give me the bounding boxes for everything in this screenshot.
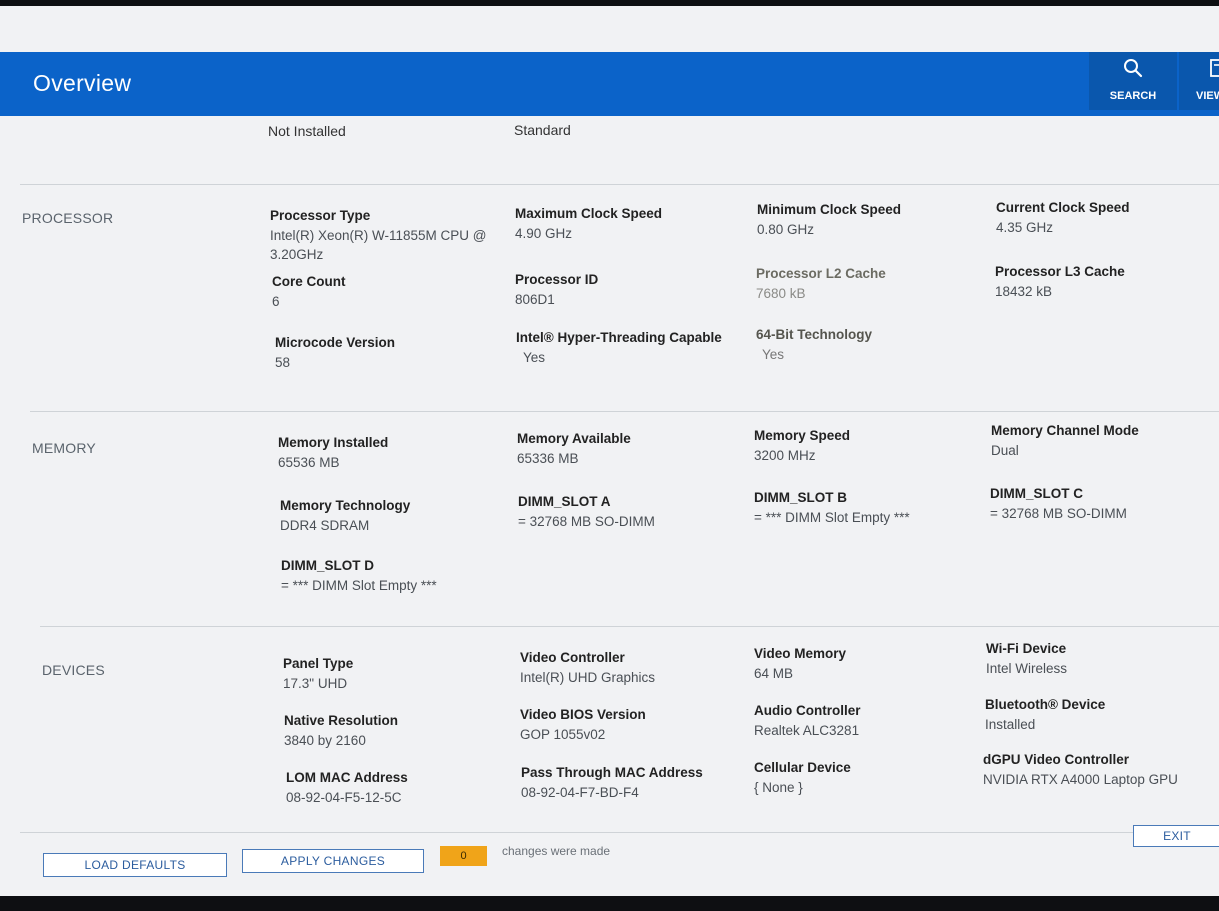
current-clock-speed: Current Clock Speed 4.35 GHz — [996, 200, 1130, 235]
search-icon — [1124, 59, 1143, 78]
bios-screen: Not Installed Standard PROCESSOR Process… — [0, 6, 1219, 896]
apply-changes-button[interactable]: APPLY CHANGES — [242, 849, 424, 873]
microcode-version: Microcode Version 58 — [275, 335, 396, 370]
minimum-clock-speed: Minimum Clock Speed 0.80 GHz — [757, 202, 902, 237]
processor-type: Processor Type Intel(R) Xeon(R) W-11855M… — [270, 208, 487, 262]
exit-button[interactable]: EXIT — [1133, 825, 1219, 847]
dimm-slot-d: DIMM_SLOT D = *** DIMM Slot Empty *** — [281, 558, 437, 593]
panel-type: Panel Type 17.3" UHD — [283, 656, 354, 691]
video-memory: Video Memory 64 MB — [754, 646, 847, 681]
processor-l2-cache: Processor L2 Cache 7680 kB — [756, 266, 886, 301]
dimm-slot-c: DIMM_SLOT C = 32768 MB SO-DIMM — [990, 486, 1127, 521]
footer-divider — [20, 832, 1219, 833]
prior-row-value-2: Standard — [514, 122, 571, 138]
wifi-device: Wi-Fi Device Intel Wireless — [986, 641, 1068, 676]
memory-available: Memory Available 65336 MB — [517, 431, 631, 466]
section-title-processor: PROCESSOR — [22, 210, 114, 226]
changes-status-text: changes were made — [502, 844, 611, 858]
processor-id: Processor ID 806D1 — [515, 272, 599, 307]
cellular-device: Cellular Device { None } — [754, 760, 851, 795]
hyper-threading-capable: Intel® Hyper-Threading Capable Yes — [516, 330, 722, 365]
section-title-memory: MEMORY — [32, 440, 96, 456]
64-bit-technology: 64-Bit Technology Yes — [756, 327, 873, 362]
section-divider — [40, 626, 1219, 627]
audio-controller: Audio Controller Realtek ALC3281 — [754, 703, 861, 738]
header-bar: Overview SEARCH VIEW — [0, 52, 1219, 116]
pass-through-mac-address: Pass Through MAC Address 08-92-04-F7-BD-… — [521, 765, 703, 800]
view-button[interactable]: VIEW — [1179, 52, 1219, 110]
native-resolution: Native Resolution 3840 by 2160 — [284, 713, 399, 748]
view-icon — [1210, 59, 1219, 77]
memory-installed: Memory Installed 65536 MB — [278, 435, 389, 470]
memory-channel-mode: Memory Channel Mode Dual — [991, 423, 1139, 458]
dimm-slot-a: DIMM_SLOT A = 32768 MB SO-DIMM — [518, 494, 655, 529]
load-defaults-button[interactable]: LOAD DEFAULTS — [43, 853, 227, 877]
page-title: Overview — [33, 70, 132, 96]
section-divider — [20, 184, 1219, 185]
section-divider — [30, 411, 1219, 412]
maximum-clock-speed: Maximum Clock Speed 4.90 GHz — [515, 206, 663, 241]
dimm-slot-b: DIMM_SLOT B = *** DIMM Slot Empty *** — [754, 490, 910, 525]
core-count: Core Count 6 — [272, 274, 346, 309]
memory-technology: Memory Technology DDR4 SDRAM — [280, 498, 411, 533]
processor-l3-cache: Processor L3 Cache 18432 kB — [995, 264, 1125, 299]
bluetooth-device: Bluetooth® Device Installed — [985, 697, 1106, 732]
dgpu-video-controller: dGPU Video Controller NVIDIA RTX A4000 L… — [983, 752, 1178, 787]
section-title-devices: DEVICES — [42, 662, 105, 678]
memory-speed: Memory Speed 3200 MHz — [754, 428, 851, 463]
search-button[interactable]: SEARCH — [1089, 52, 1177, 110]
view-button-label: VIEW — [1196, 90, 1219, 102]
video-controller: Video Controller Intel(R) UHD Graphics — [520, 650, 656, 685]
changes-count-badge: 0 — [440, 846, 487, 866]
lom-mac-address: LOM MAC Address 08-92-04-F5-12-5C — [286, 770, 408, 805]
prior-row-value-1: Not Installed — [268, 123, 346, 139]
video-bios-version: Video BIOS Version GOP 1055v02 — [520, 707, 646, 742]
search-button-label: SEARCH — [1109, 90, 1157, 102]
